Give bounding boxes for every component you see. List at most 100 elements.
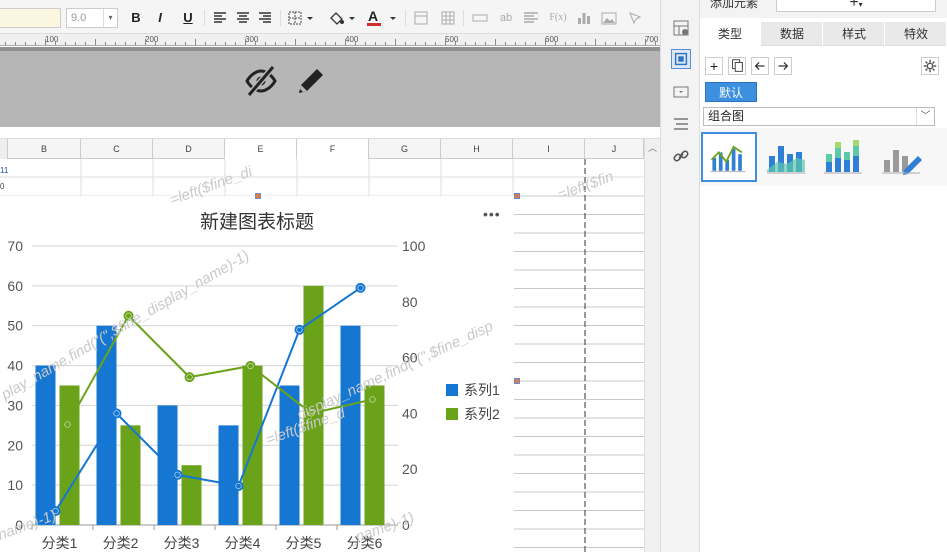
fill-color-icon[interactable] bbox=[327, 9, 357, 27]
y-left-tick-label: 50 bbox=[7, 318, 23, 334]
align-left-icon[interactable] bbox=[212, 9, 228, 27]
underline-button[interactable]: U bbox=[181, 9, 195, 27]
bar-1 bbox=[35, 365, 56, 525]
font-size-value: 9.0 bbox=[71, 12, 87, 24]
toolbar: 9.0 ▾ B I U A ab F(x) bbox=[0, 0, 660, 34]
merge-cells-icon[interactable] bbox=[413, 9, 429, 27]
add-element-button[interactable]: +▾ bbox=[776, 0, 936, 12]
column-header-j[interactable]: J bbox=[585, 139, 644, 159]
tab-effects[interactable]: 特效 bbox=[886, 22, 947, 46]
tab-data[interactable]: 数据 bbox=[762, 22, 823, 46]
font-family-select[interactable] bbox=[0, 8, 61, 28]
toolbar-divider bbox=[280, 10, 281, 26]
copy-chart-icon[interactable] bbox=[728, 57, 746, 75]
hidden-region-overlay bbox=[0, 47, 660, 127]
image-icon[interactable] bbox=[600, 9, 618, 27]
line-point-core bbox=[53, 508, 58, 514]
bar-2 bbox=[120, 425, 141, 525]
line-point-core bbox=[126, 313, 131, 319]
x-tick-label: 分类5 bbox=[286, 535, 322, 551]
gear-icon[interactable] bbox=[921, 57, 939, 75]
cell-attribute-icon[interactable] bbox=[671, 18, 691, 38]
combo-style-custom-icon[interactable] bbox=[874, 132, 930, 182]
y-right-tick-label: 40 bbox=[402, 405, 418, 421]
y-left-tick-label: 20 bbox=[7, 437, 23, 453]
chart-style-gallery bbox=[700, 128, 947, 186]
y-right-tick-label: 80 bbox=[402, 294, 418, 310]
bar-2 bbox=[59, 385, 80, 525]
font-size-select[interactable]: 9.0 ▾ bbox=[66, 8, 118, 28]
text-field-icon[interactable] bbox=[471, 9, 489, 27]
condition-attribute-icon[interactable] bbox=[671, 114, 691, 134]
combo-style-2-icon[interactable] bbox=[759, 132, 815, 182]
band bbox=[0, 127, 660, 139]
scroll-up-icon[interactable]: ︿ bbox=[648, 141, 657, 154]
ruler-label: 300 bbox=[245, 35, 259, 44]
italic-button[interactable]: I bbox=[154, 9, 166, 27]
plus-icon: + bbox=[849, 0, 859, 11]
ab-icon[interactable]: ab bbox=[497, 9, 515, 27]
arrow-left-icon[interactable] bbox=[751, 57, 769, 75]
table-icon[interactable] bbox=[440, 9, 456, 27]
vertical-scrollbar[interactable]: ︿ bbox=[644, 139, 660, 552]
widget-attribute-icon[interactable] bbox=[671, 82, 691, 102]
combo-style-1-icon[interactable] bbox=[701, 132, 757, 182]
chart-attribute-icon[interactable] bbox=[671, 49, 691, 69]
add-chart-icon[interactable]: + bbox=[705, 57, 723, 75]
y-left-tick-label: 10 bbox=[7, 477, 23, 493]
add-element-row: 添加元素 +▾ bbox=[700, 0, 947, 18]
column-header-h[interactable]: H bbox=[441, 139, 513, 159]
cell-element-icon[interactable] bbox=[671, 0, 691, 12]
formula-icon[interactable]: F(x) bbox=[547, 9, 569, 27]
column-header-g[interactable]: G bbox=[369, 139, 441, 159]
row-number: 0 bbox=[0, 182, 5, 191]
bar-1 bbox=[218, 425, 239, 525]
toolbar-divider bbox=[405, 10, 406, 26]
chart-icon[interactable] bbox=[576, 9, 592, 27]
svg-text:A: A bbox=[368, 9, 378, 24]
resize-handle[interactable] bbox=[514, 193, 520, 199]
y-right-tick-label: 0 bbox=[402, 517, 410, 533]
column-header-b[interactable]: B bbox=[8, 139, 81, 159]
arrow-right-icon[interactable] bbox=[774, 57, 792, 75]
ruler-label: 600 bbox=[545, 35, 559, 44]
align-right-icon[interactable] bbox=[257, 9, 273, 27]
bar-2 bbox=[181, 465, 202, 525]
bar-2 bbox=[303, 285, 324, 525]
border-icon[interactable] bbox=[287, 9, 315, 27]
y-right-tick-label: 60 bbox=[402, 350, 418, 366]
bold-button[interactable]: B bbox=[129, 9, 143, 27]
eye-slash-icon[interactable] bbox=[243, 63, 279, 99]
bar-2 bbox=[242, 365, 263, 525]
column-header-c[interactable]: C bbox=[81, 139, 153, 159]
align-center-icon[interactable] bbox=[235, 9, 251, 27]
font-color-icon[interactable]: A bbox=[366, 9, 400, 27]
x-tick-label: 分类6 bbox=[347, 535, 383, 551]
line-point-core bbox=[309, 410, 314, 416]
default-chart-button[interactable]: 默认 bbox=[705, 82, 757, 102]
chart-container[interactable]: 新建图表标题 ••• 0 10 20 30 40 50 60 70 0 20 40 60 80 100 分类… bbox=[0, 196, 514, 552]
x-tick-label: 分类1 bbox=[42, 535, 78, 551]
line-point-core bbox=[358, 285, 363, 291]
chart-type-select[interactable]: 组合图 ﹀ bbox=[703, 107, 935, 126]
tab-style[interactable]: 样式 bbox=[824, 22, 885, 46]
column-header[interactable] bbox=[0, 139, 8, 159]
pointer-icon[interactable] bbox=[627, 9, 643, 27]
ruler-label: 200 bbox=[145, 35, 159, 44]
line-point-core bbox=[370, 396, 375, 402]
column-header-e[interactable]: E bbox=[225, 139, 297, 159]
tab-type[interactable]: 类型 bbox=[700, 22, 761, 46]
resize-handle[interactable] bbox=[255, 193, 261, 199]
paragraph-icon[interactable] bbox=[522, 9, 540, 27]
column-header-f[interactable]: F bbox=[297, 139, 369, 159]
property-sidebar bbox=[660, 0, 700, 552]
resize-handle[interactable] bbox=[514, 378, 520, 384]
combo-style-3-icon[interactable] bbox=[816, 132, 872, 182]
y-right-tick-label: 20 bbox=[402, 461, 418, 477]
column-header-d[interactable]: D bbox=[153, 139, 225, 159]
line-point-core bbox=[187, 374, 192, 380]
column-header-i[interactable]: I bbox=[513, 139, 585, 159]
pencil-icon[interactable] bbox=[293, 63, 329, 99]
line-point-core bbox=[114, 410, 119, 416]
hyperlink-icon[interactable] bbox=[671, 146, 691, 166]
